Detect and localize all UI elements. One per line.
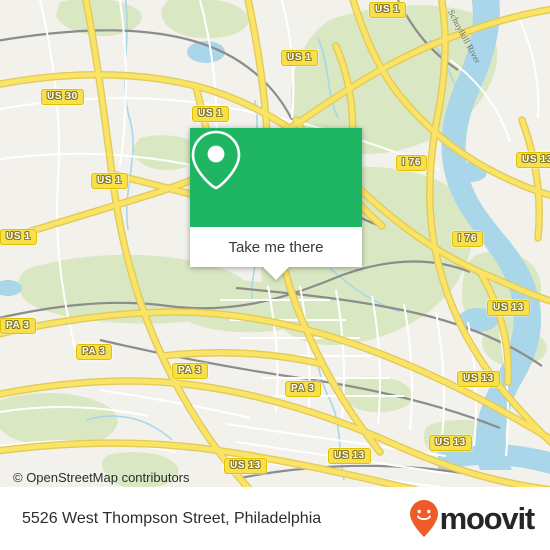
road-shield: PA 3: [172, 363, 208, 379]
address-title: 5526 West Thompson Street, Philadelphia: [22, 509, 322, 527]
road-shield: I 76: [396, 155, 428, 171]
moovit-wordmark: moovit: [439, 501, 536, 536]
road-shield: US 13: [487, 300, 530, 316]
road-shield: US 1: [91, 173, 128, 189]
road-shield: US 13: [429, 435, 472, 451]
road-shield: US 1: [281, 50, 318, 66]
road-shield: US 30: [41, 89, 84, 105]
road-shield: PA 3: [285, 381, 321, 397]
road-shield: US 13: [224, 458, 267, 474]
map-canvas[interactable]: US 1 US 1 US 30 US 1 I 76 US 13 US 1 US 1 I 76 US…: [0, 0, 550, 490]
footer-bar: 5526 West Thompson Street, Philadelphia …: [0, 487, 550, 550]
take-me-there-button[interactable]: Take me there: [190, 227, 362, 267]
callout-header: [190, 128, 362, 227]
road-shield: US 13: [328, 448, 371, 464]
road-shield: US 13: [457, 371, 500, 387]
road-shield: I 76: [452, 231, 484, 247]
road-shield: US 13: [516, 152, 550, 168]
map-screenshot: US 1 US 1 US 30 US 1 I 76 US 13 US 1 US 1 I 76 US…: [0, 0, 550, 550]
road-shield: US 1: [192, 106, 229, 122]
moovit-logo[interactable]: moovit: [409, 499, 536, 539]
map-pin-icon: [191, 130, 241, 190]
destination-callout[interactable]: Take me there: [190, 128, 362, 280]
road-shield: PA 3: [76, 344, 112, 360]
callout-pointer: [263, 267, 289, 280]
road-shield: US 1: [0, 229, 37, 245]
moovit-pin-icon: [409, 499, 438, 537]
take-me-there-label: Take me there: [228, 238, 324, 256]
osm-attribution[interactable]: © OpenStreetMap contributors: [13, 470, 190, 485]
road-shield: US 1: [369, 2, 406, 18]
road-shield: PA 3: [0, 318, 36, 334]
